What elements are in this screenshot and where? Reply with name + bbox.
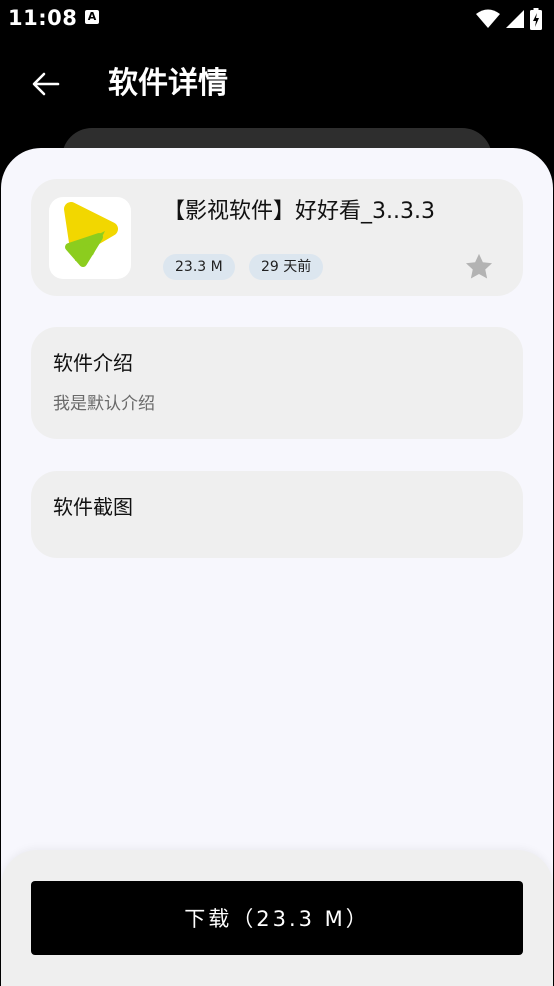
download-button[interactable]: 下载（23.3 M） [31,881,523,955]
bottom-panel: 下载（23.3 M） [1,850,553,986]
a-icon: A [85,10,99,24]
screenshots-title: 软件截图 [53,495,133,519]
signal-icon [506,10,524,28]
arrow-left-icon [32,72,60,96]
intro-text: 我是默认介绍 [53,394,155,414]
age-badge: 29 天前 [249,254,324,280]
status-time: 11:08 [8,6,78,30]
app-name: 【影视软件】好好看_3..3.3 [163,199,435,224]
status-icons [476,7,542,31]
intro-card: 软件介绍 我是默认介绍 [31,327,523,439]
battery-charging-icon [530,8,542,30]
favorite-button[interactable] [461,249,497,285]
app-info-card: 【影视软件】好好看_3..3.3 23.3 M 29 天前 [31,179,523,296]
screenshot-card: 软件截图 [31,471,523,558]
status-bar: 11:08 A [0,0,554,38]
intro-title: 软件介绍 [53,351,133,375]
play-logo-icon [64,202,118,267]
wifi-icon [476,9,500,28]
app-icon [49,197,131,279]
page-title: 软件详情 [108,66,228,101]
app-bar: 软件详情 [0,38,554,128]
star-icon [466,253,492,279]
detail-sheet: 【影视软件】好好看_3..3.3 23.3 M 29 天前 软件介绍 我是默认介… [1,148,553,986]
back-button[interactable] [24,64,68,104]
size-badge: 23.3 M [163,254,235,280]
